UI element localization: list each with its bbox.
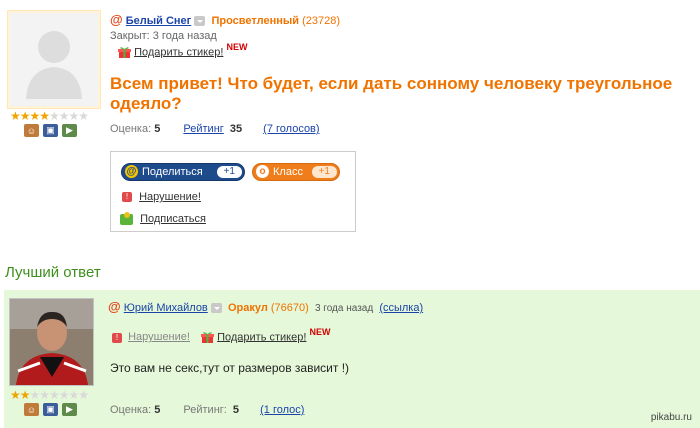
- report-row: ! Нарушение!: [122, 191, 201, 203]
- answer-author-link[interactable]: Юрий Михайлов: [124, 302, 208, 314]
- score-value: 5: [154, 123, 161, 135]
- question-text: Всем привет! Что будет, если дать сонном…: [110, 74, 673, 113]
- new-badge: NEW: [309, 327, 331, 338]
- photo-icon[interactable]: ▣: [43, 124, 58, 137]
- votes-link[interactable]: (7 голосов): [263, 123, 319, 135]
- share-button[interactable]: @ Поделиться +1: [121, 163, 245, 181]
- default-avatar-icon: [26, 31, 82, 99]
- question-closed: Закрыт: 3 года назад: [110, 30, 217, 42]
- answer-text: Это вам не секс,тут от размеров зависит …: [110, 361, 350, 375]
- answer-avatar-photo: [10, 299, 93, 385]
- answer-gift-sticker-link[interactable]: Подарить стикер!: [217, 331, 306, 343]
- answer-meta: Оценка: 5 Рейтинг: 5 (1 голос): [110, 404, 304, 416]
- question-author-rank: Просветленный: [211, 15, 300, 27]
- question-author-link[interactable]: Белый Снег: [126, 15, 192, 27]
- share-box: @ Поделиться +1 о Класс +1 ! Нарушение! …: [110, 151, 356, 232]
- question-user-icons: ☺ ▣ ▶: [24, 124, 77, 137]
- question-avatar[interactable]: [7, 10, 101, 109]
- score-value: 5: [154, 404, 161, 416]
- user-info-icon[interactable]: ☺: [24, 124, 39, 137]
- question-author-line: @ Белый Снег Просветленный (23728): [110, 12, 340, 27]
- watermark: pikabu.ru: [650, 412, 692, 423]
- question-meta: Оценка: 5 Рейтинг 35 (7 голосов): [110, 123, 320, 135]
- answer-user-icons: ☺ ▣ ▶: [24, 403, 77, 416]
- gift-icon: [201, 332, 215, 343]
- report-icon: !: [122, 192, 132, 203]
- at-icon: @: [110, 12, 123, 27]
- subscribe-row: Подписаться: [120, 211, 206, 225]
- question-author-points: (23728): [302, 15, 340, 27]
- rating-value: 5: [232, 404, 240, 416]
- answer-rating-stars: ★★★★★★★★: [10, 388, 89, 402]
- dropdown-icon[interactable]: [194, 16, 206, 27]
- rating-label: Рейтинг:: [183, 404, 227, 416]
- subscribe-link[interactable]: Подписаться: [140, 213, 206, 225]
- score-label: Оценка:: [110, 404, 152, 416]
- votes-link[interactable]: (1 голос): [260, 404, 304, 416]
- answer-time: 3 года назад: [314, 303, 374, 314]
- answer-avatar[interactable]: [9, 298, 94, 386]
- best-answer-title: Лучший ответ: [5, 264, 101, 281]
- answer-actions: ! Нарушение! Подарить стикер! NEW: [112, 327, 330, 344]
- class-count: +1: [311, 166, 337, 178]
- dropdown-icon[interactable]: [210, 303, 222, 314]
- video-icon[interactable]: ▶: [62, 403, 77, 416]
- gift-icon: [118, 47, 131, 58]
- ok-icon: о: [256, 165, 269, 178]
- rating-link[interactable]: Рейтинг: [183, 123, 223, 135]
- share-count: +1: [216, 166, 242, 178]
- video-icon[interactable]: ▶: [62, 124, 77, 137]
- question-rating-stars: ★★★★★★★★: [10, 109, 89, 123]
- score-label: Оценка:: [110, 123, 152, 135]
- subscribe-icon: [120, 211, 133, 225]
- at-icon: @: [108, 299, 121, 314]
- question-gift-row: Подарить стикер! NEW: [118, 42, 247, 59]
- answer-permalink[interactable]: (ссылка): [379, 302, 423, 314]
- report-link[interactable]: Нарушение!: [139, 191, 201, 203]
- question-gift-sticker-link[interactable]: Подарить стикер!: [134, 46, 223, 58]
- answer-author-points: (76670): [270, 302, 309, 314]
- answer-report-link[interactable]: Нарушение!: [128, 331, 190, 343]
- rating-value: 35: [229, 123, 243, 135]
- at-share-icon: @: [125, 165, 138, 178]
- answer-author-line: @ Юрий Михайлов Оракул (76670) 3 года на…: [108, 299, 423, 314]
- report-icon: !: [112, 332, 122, 343]
- answer-author-rank: Оракул: [227, 302, 268, 314]
- photo-icon[interactable]: ▣: [43, 403, 58, 416]
- new-badge: NEW: [226, 42, 248, 53]
- class-button[interactable]: о Класс +1: [252, 163, 340, 181]
- user-info-icon[interactable]: ☺: [24, 403, 39, 416]
